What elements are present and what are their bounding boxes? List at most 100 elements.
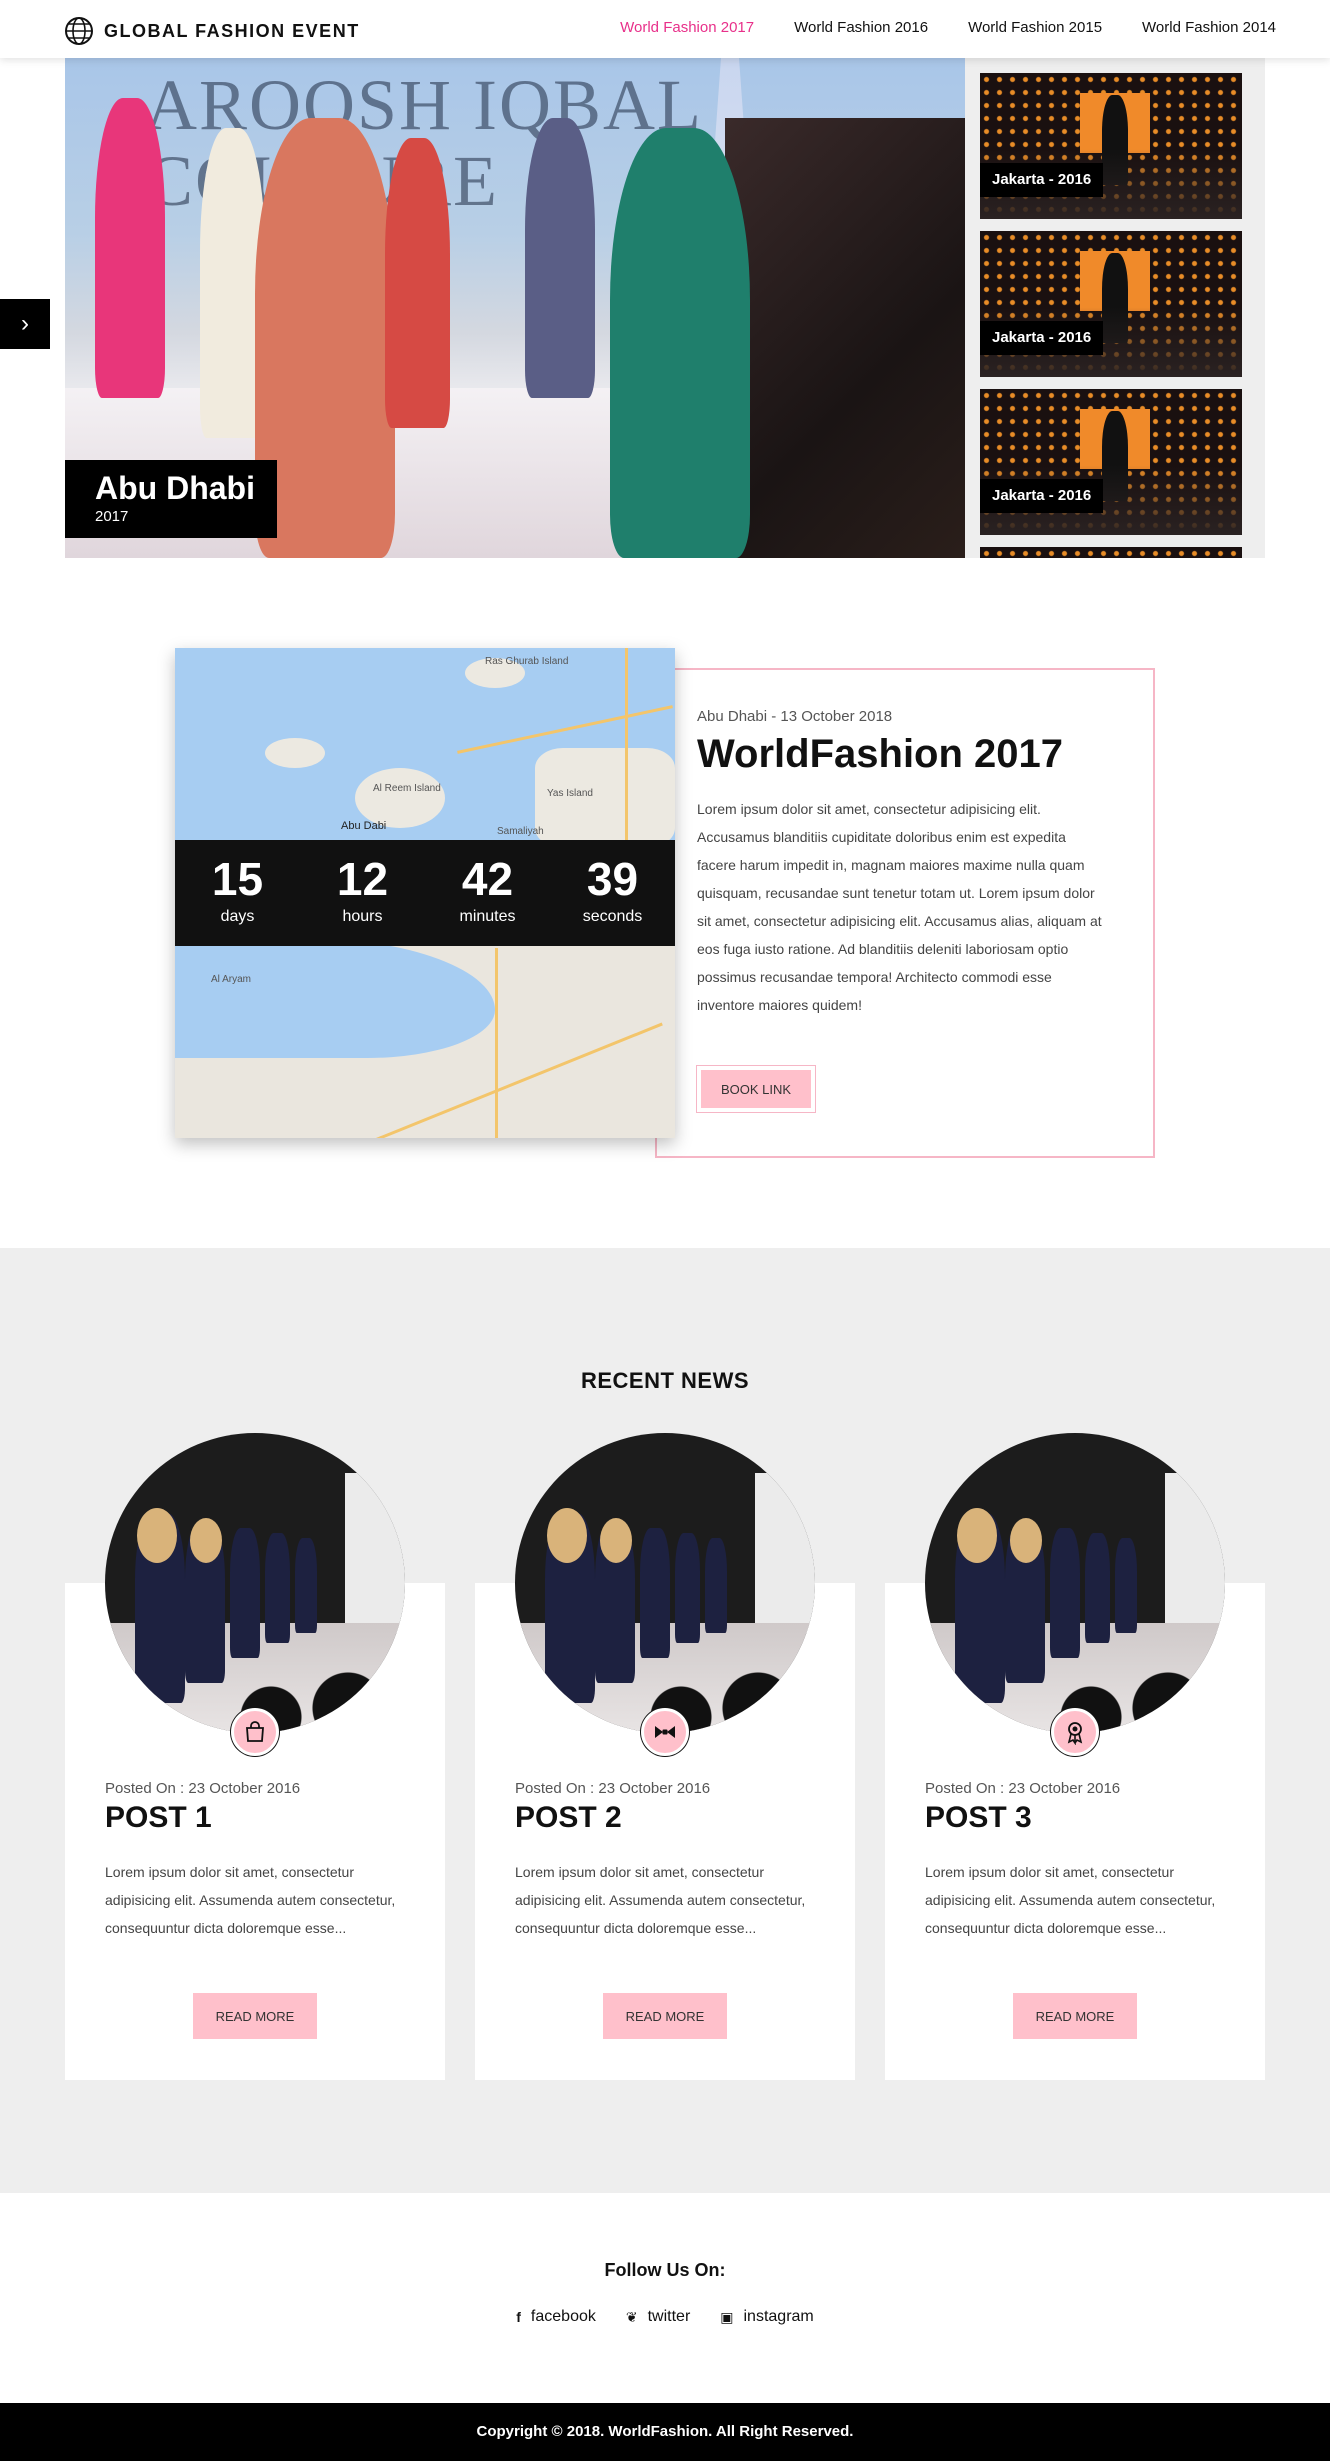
seconds-label: seconds (582, 908, 643, 925)
event-map[interactable]: Ras Ghurab Island Al Reem Island Abu Dab… (175, 648, 675, 1138)
model-figure (230, 1528, 260, 1658)
post-title[interactable]: POST 1 (105, 1801, 212, 1835)
event-date: Abu Dhabi - 13 October 2018 (697, 708, 893, 725)
copyright-text: Copyright © 2018. WorldFashion. All Righ… (476, 2423, 854, 2440)
model-hair (600, 1518, 632, 1563)
model-hair (190, 1518, 222, 1563)
social-link-instagram[interactable]: ▣ instagram (720, 2308, 813, 2326)
site-footer: Copyright © 2018. WorldFashion. All Righ… (0, 2403, 1330, 2461)
post-title[interactable]: POST 3 (925, 1801, 1032, 1835)
social-label: instagram (743, 2308, 814, 2325)
social-label: facebook (530, 2308, 596, 2325)
countdown-minutes: 42 minutes (425, 840, 550, 946)
map-label: Yas Island (547, 788, 593, 799)
model-hair (137, 1508, 177, 1563)
bow-tie-icon (641, 1708, 689, 1756)
shopping-bag-icon (231, 1708, 279, 1756)
award-ribbon-icon (1051, 1708, 1099, 1756)
model-hair (547, 1508, 587, 1563)
thumbnail-label: Jakarta - 2016 (980, 479, 1104, 513)
model-hair (957, 1508, 997, 1563)
thumbnail-item[interactable]: Jakarta - 2016 (980, 73, 1242, 219)
thumbnail-item[interactable]: Jakarta - 2016 (980, 389, 1242, 535)
model-figure (385, 138, 450, 428)
read-more-button[interactable]: READ MORE (603, 1993, 727, 2039)
news-card: Posted On : 23 October 2016 POST 2 Lorem… (475, 1433, 855, 2080)
map-label: Ras Ghurab Island (485, 656, 569, 667)
map-sea (175, 938, 495, 1058)
countdown-timer: 15 days 12 hours 42 minutes 39 seconds (175, 840, 675, 946)
model-figure (640, 1528, 670, 1658)
social-links: f facebook ❦ twitter ▣ instagram (0, 2308, 1330, 2326)
countdown-seconds: 39 seconds (550, 840, 675, 946)
map-road (495, 948, 498, 1138)
post-date: Posted On : 23 October 2016 (515, 1780, 711, 1797)
hours-value: 12 (336, 853, 389, 905)
map-label: Al Aryam (211, 974, 252, 985)
map-label: Al Reem Island (373, 783, 441, 794)
nav-item-2014[interactable]: World Fashion 2014 (1142, 19, 1276, 36)
post-date: Posted On : 23 October 2016 (925, 1780, 1121, 1797)
logo-text: GLOBAL FASHION EVENT (104, 20, 360, 41)
book-link-button[interactable]: BOOK LINK (696, 1065, 816, 1113)
social-label: twitter (647, 2308, 691, 2325)
map-island (355, 768, 445, 828)
stage-lights (980, 547, 1242, 558)
post-image[interactable] (925, 1433, 1225, 1733)
model-figure (295, 1538, 317, 1633)
model-figure (525, 118, 595, 398)
model-figure (1115, 1538, 1137, 1633)
model-figure (1050, 1528, 1080, 1658)
model-figure (1085, 1533, 1110, 1643)
nav-item-2016[interactable]: World Fashion 2016 (794, 19, 928, 36)
minutes-label: minutes (459, 908, 516, 925)
model-figure (265, 1533, 290, 1643)
follow-heading: Follow Us On: (604, 2260, 726, 2280)
thumbnail-label: Jakarta - 2016 (980, 321, 1104, 355)
thumbnail-item-partial[interactable] (980, 547, 1242, 558)
post-excerpt: Lorem ipsum dolor sit amet, consectetur … (515, 1864, 806, 1936)
post-excerpt: Lorem ipsum dolor sit amet, consectetur … (925, 1864, 1216, 1936)
read-more-button[interactable]: READ MORE (193, 1993, 317, 2039)
model-figure (675, 1533, 700, 1643)
globe-icon (65, 17, 93, 45)
post-image[interactable] (515, 1433, 815, 1733)
news-card: Posted On : 23 October 2016 POST 1 Lorem… (65, 1433, 445, 2080)
model-figure (610, 128, 750, 558)
thumbnail-item[interactable]: Jakarta - 2016 (980, 231, 1242, 377)
post-image[interactable] (105, 1433, 405, 1733)
event-section: Ras Ghurab Island Al Reem Island Abu Dab… (175, 648, 1155, 1158)
slider-next-button[interactable]: › (0, 299, 50, 349)
social-link-facebook[interactable]: f facebook (516, 2308, 596, 2326)
news-heading: RECENT NEWS (580, 1368, 750, 1393)
instagram-icon: ▣ (720, 2308, 734, 2325)
facebook-icon: f (516, 2309, 521, 2325)
minutes-value: 42 (461, 853, 514, 905)
model-figure (95, 98, 165, 398)
hero-city: Abu Dhabi (95, 470, 255, 506)
post-title[interactable]: POST 2 (515, 1801, 622, 1835)
map-label: Abu Dabi (341, 820, 387, 832)
site-header: GLOBAL FASHION EVENT World Fashion 2017 … (0, 0, 1330, 58)
seconds-value: 39 (586, 853, 639, 905)
countdown-hours: 12 hours (300, 840, 425, 946)
site-logo[interactable]: GLOBAL FASHION EVENT (64, 16, 360, 46)
recent-news-section: RECENT NEWS Posted On : 23 October 2016 … (0, 1248, 1330, 2193)
hero-slider[interactable]: AROOSH IQBAL COUTURE Abu Dhabi 2017 (65, 58, 965, 558)
nav-item-2017[interactable]: World Fashion 2017 (620, 19, 754, 36)
social-link-twitter[interactable]: ❦ twitter (626, 2308, 690, 2326)
countdown-days: 15 days (175, 840, 300, 946)
map-road (625, 648, 628, 848)
chevron-right-icon: › (21, 310, 29, 337)
event-title: WorldFashion 2017 (697, 732, 1064, 776)
model-hair (1010, 1518, 1042, 1563)
read-more-button[interactable]: READ MORE (1013, 1993, 1137, 2039)
thumbnail-list: Jakarta - 2016 Jakarta - 2016 Jakarta - … (965, 58, 1265, 558)
post-excerpt: Lorem ipsum dolor sit amet, consectetur … (105, 1864, 396, 1936)
days-value: 15 (211, 853, 264, 905)
follow-section: Follow Us On: f facebook ❦ twitter ▣ ins… (0, 2193, 1330, 2403)
map-island (265, 738, 325, 768)
nav-item-2015[interactable]: World Fashion 2015 (968, 19, 1102, 36)
main-nav: World Fashion 2017 World Fashion 2016 Wo… (620, 19, 1276, 36)
model-figure (705, 1538, 727, 1633)
